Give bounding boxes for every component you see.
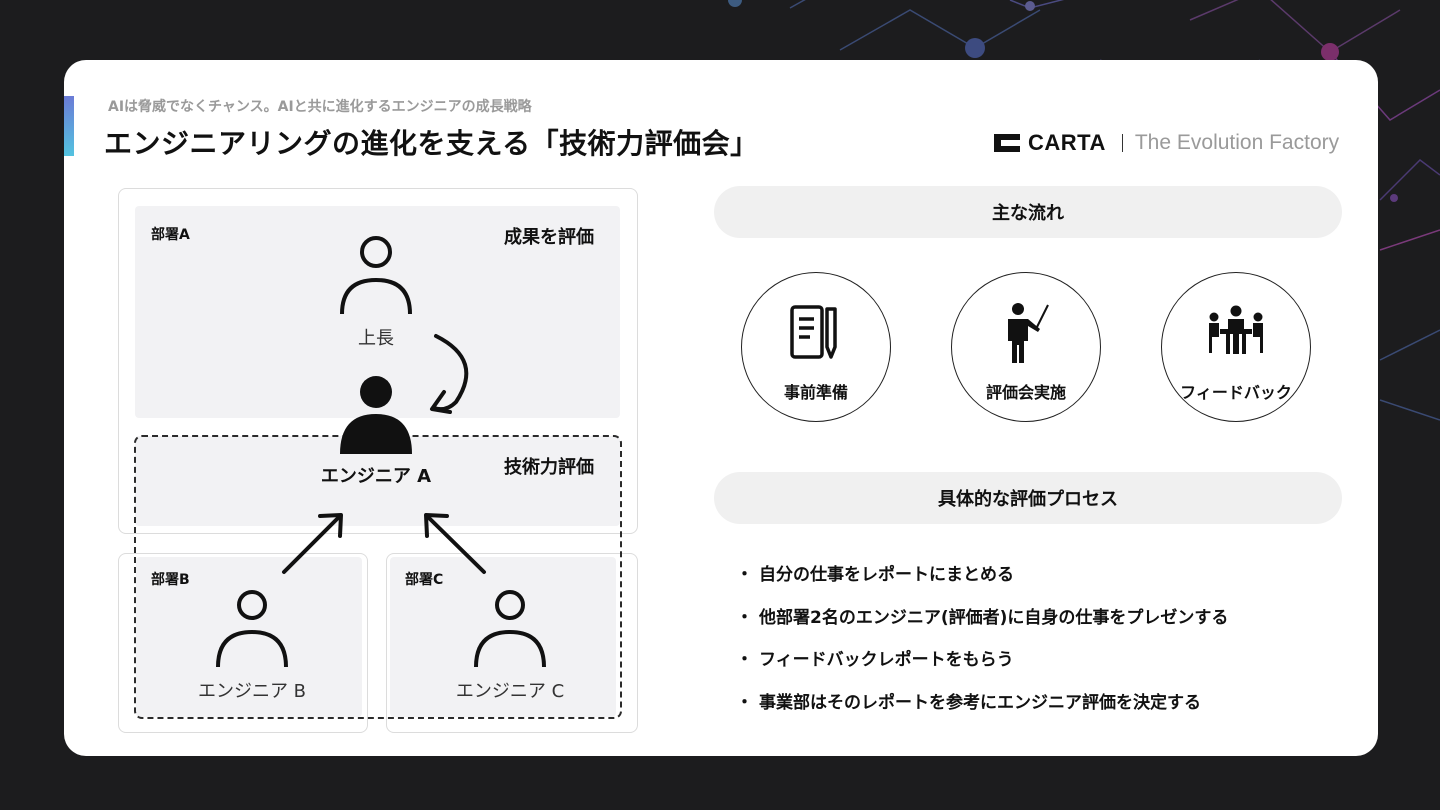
step-feedback: フィードバック bbox=[1161, 272, 1311, 422]
boss-person-icon bbox=[340, 236, 412, 315]
logo-divider bbox=[1121, 134, 1123, 152]
step-evaluation-label: 評価会実施 bbox=[985, 383, 1066, 402]
step-preparation-label: 事前準備 bbox=[783, 383, 848, 402]
step-preparation: 事前準備 bbox=[741, 272, 891, 422]
presenter-icon bbox=[1008, 303, 1049, 363]
engineer-c-label: エンジニア C bbox=[455, 681, 565, 702]
list-item: ・フィードバックレポートをもらう bbox=[736, 650, 1014, 670]
engineer-a-label: エンジニア A bbox=[320, 466, 432, 487]
process-heading: 具体的な評価プロセス bbox=[714, 472, 1342, 524]
list-item: ・事業部はそのレポートを参考にエンジニア評価を決定する bbox=[736, 692, 1201, 713]
boss-label: 上長 bbox=[358, 328, 394, 349]
engineer-c-person-icon bbox=[474, 590, 546, 668]
meeting-table-icon bbox=[1209, 305, 1263, 354]
evaluation-diagram: 部署A 成果を評価 技術力評価 部署B 部署C 上長 エンジニア A エンジニア… bbox=[64, 60, 704, 756]
carta-logo: CARTA The Evolution Factory bbox=[990, 126, 1339, 160]
step-feedback-label: フィードバック bbox=[1180, 383, 1292, 402]
engineer-c-to-a-arrow bbox=[424, 513, 486, 574]
engineer-b-person-icon bbox=[216, 590, 288, 668]
list-item: ・他部署2名のエンジニア(評価者)に自身の仕事をプレゼンする bbox=[736, 607, 1229, 628]
engineer-b-label: エンジニア B bbox=[197, 681, 307, 702]
flow-heading: 主な流れ bbox=[714, 186, 1342, 238]
list-item: ・自分の仕事をレポートにまとめる bbox=[736, 565, 1014, 585]
carta-logo-mark-icon bbox=[994, 134, 1020, 152]
step-evaluation: 評価会実施 bbox=[951, 272, 1101, 422]
engineer-a-person-icon bbox=[340, 376, 412, 454]
logo-brand: CARTA bbox=[1028, 130, 1106, 155]
slide-card: AIは脅威でなくチャンス。AIと共に進化するエンジニアの成長戦略 エンジニアリン… bbox=[64, 60, 1378, 756]
document-pencil-icon bbox=[790, 305, 837, 359]
process-list: ・自分の仕事をレポートにまとめる ・他部署2名のエンジニア(評価者)に自身の仕事… bbox=[736, 560, 1228, 730]
diagram-graphics bbox=[216, 236, 546, 668]
engineer-b-to-a-arrow bbox=[282, 513, 343, 574]
logo-tagline: The Evolution Factory bbox=[1134, 131, 1340, 154]
